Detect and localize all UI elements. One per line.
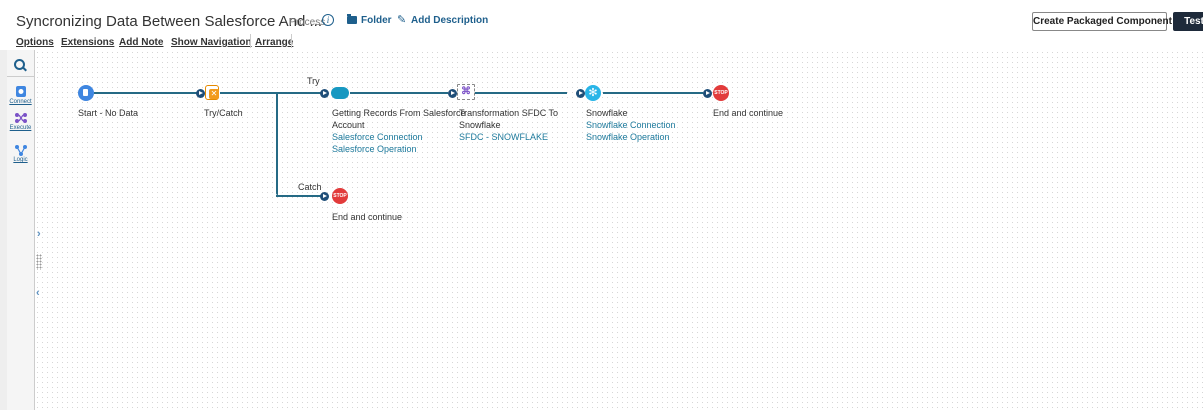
shape-palette-sidebar: Connect Execute Logic xyxy=(7,50,35,410)
stop-icon[interactable]: STOP xyxy=(332,188,348,204)
connection-arrow-icon[interactable] xyxy=(320,89,329,98)
collapse-left-icon[interactable]: ‹ xyxy=(36,287,40,299)
process-title[interactable]: Syncronizing Data Between Salesforce And… xyxy=(16,13,322,30)
shape-label: Getting Records From Salesforce xyxy=(332,108,466,118)
connect-icon xyxy=(15,86,26,97)
map-icon[interactable]: ⌘ xyxy=(457,84,475,100)
connection-arrow-icon[interactable] xyxy=(320,192,329,201)
salesforce-operation-link[interactable]: Salesforce Operation xyxy=(332,144,417,154)
expand-right-icon[interactable]: › xyxy=(37,228,41,240)
connector-line xyxy=(94,92,201,94)
shape-label: Transformation SFDC To xyxy=(459,108,559,118)
shape-label-line2: Account xyxy=(332,120,365,130)
sidebar-item-label: Execute xyxy=(9,125,32,131)
menu-arrange[interactable]: Arrange xyxy=(255,37,293,48)
shape-label: End and continue xyxy=(332,212,403,222)
connector-line xyxy=(350,92,448,94)
try-path-label: Try xyxy=(307,76,320,86)
connection-arrow-icon[interactable] xyxy=(576,89,585,98)
connector-line xyxy=(603,92,703,94)
stop-icon[interactable]: STOP xyxy=(713,85,729,101)
snowflake-operation-link[interactable]: Snowflake Operation xyxy=(586,132,670,142)
menu-extensions[interactable]: Extensions xyxy=(61,37,114,48)
snowflake-connection-link[interactable]: Snowflake Connection xyxy=(586,120,676,130)
try-catch-icon[interactable] xyxy=(205,85,219,100)
menu-divider xyxy=(291,34,292,48)
connector-line xyxy=(475,92,567,94)
menu-divider xyxy=(250,34,251,48)
process-type-label: - Process xyxy=(283,17,326,28)
connector-line xyxy=(220,92,323,94)
create-packaged-component-button[interactable]: Create Packaged Component xyxy=(1032,12,1172,31)
snowflake-icon[interactable]: ✻ xyxy=(585,85,601,101)
pencil-icon[interactable]: ✎ xyxy=(397,13,406,26)
logic-icon xyxy=(14,145,27,156)
start-icon[interactable] xyxy=(78,85,94,101)
shape-label: Try/Catch xyxy=(204,108,243,118)
connector-line xyxy=(276,92,278,195)
sidebar-item-execute[interactable]: Execute xyxy=(7,112,34,131)
menu-options[interactable]: Options xyxy=(16,37,54,48)
resize-handle[interactable] xyxy=(36,254,42,270)
execute-icon xyxy=(14,113,27,123)
sidebar-item-logic[interactable]: Logic xyxy=(7,144,34,163)
menu-show-navigation[interactable]: Show Navigation xyxy=(171,37,252,48)
info-icon[interactable]: i xyxy=(322,14,334,26)
catch-path-label: Catch xyxy=(298,182,322,192)
connection-arrow-icon[interactable] xyxy=(196,89,205,98)
connection-arrow-icon[interactable] xyxy=(448,89,457,98)
add-description-link[interactable]: Add Description xyxy=(411,15,488,26)
search-icon[interactable] xyxy=(7,54,34,77)
connection-arrow-icon[interactable] xyxy=(703,89,712,98)
folder-icon[interactable] xyxy=(347,14,357,24)
salesforce-icon[interactable] xyxy=(331,87,349,99)
sidebar-item-connect[interactable]: Connect xyxy=(7,86,34,105)
shape-label: Start - No Data xyxy=(78,108,139,118)
folder-link[interactable]: Folder xyxy=(361,15,392,26)
map-link[interactable]: SFDC - SNOWFLAKE xyxy=(459,132,548,142)
process-canvas[interactable] xyxy=(35,50,1203,410)
shape-label: End and continue xyxy=(713,108,784,118)
process-header: Syncronizing Data Between Salesforce And… xyxy=(0,0,1203,50)
sidebar-item-label: Logic xyxy=(13,157,28,163)
shape-label: Snowflake xyxy=(586,108,628,118)
shape-label-line2: Snowflake xyxy=(459,120,501,130)
connector-line xyxy=(276,195,323,197)
test-button[interactable]: Test xyxy=(1173,12,1203,31)
menu-add-note[interactable]: Add Note xyxy=(119,37,163,48)
sidebar-item-label: Connect xyxy=(9,99,32,105)
salesforce-connection-link[interactable]: Salesforce Connection xyxy=(332,132,423,142)
